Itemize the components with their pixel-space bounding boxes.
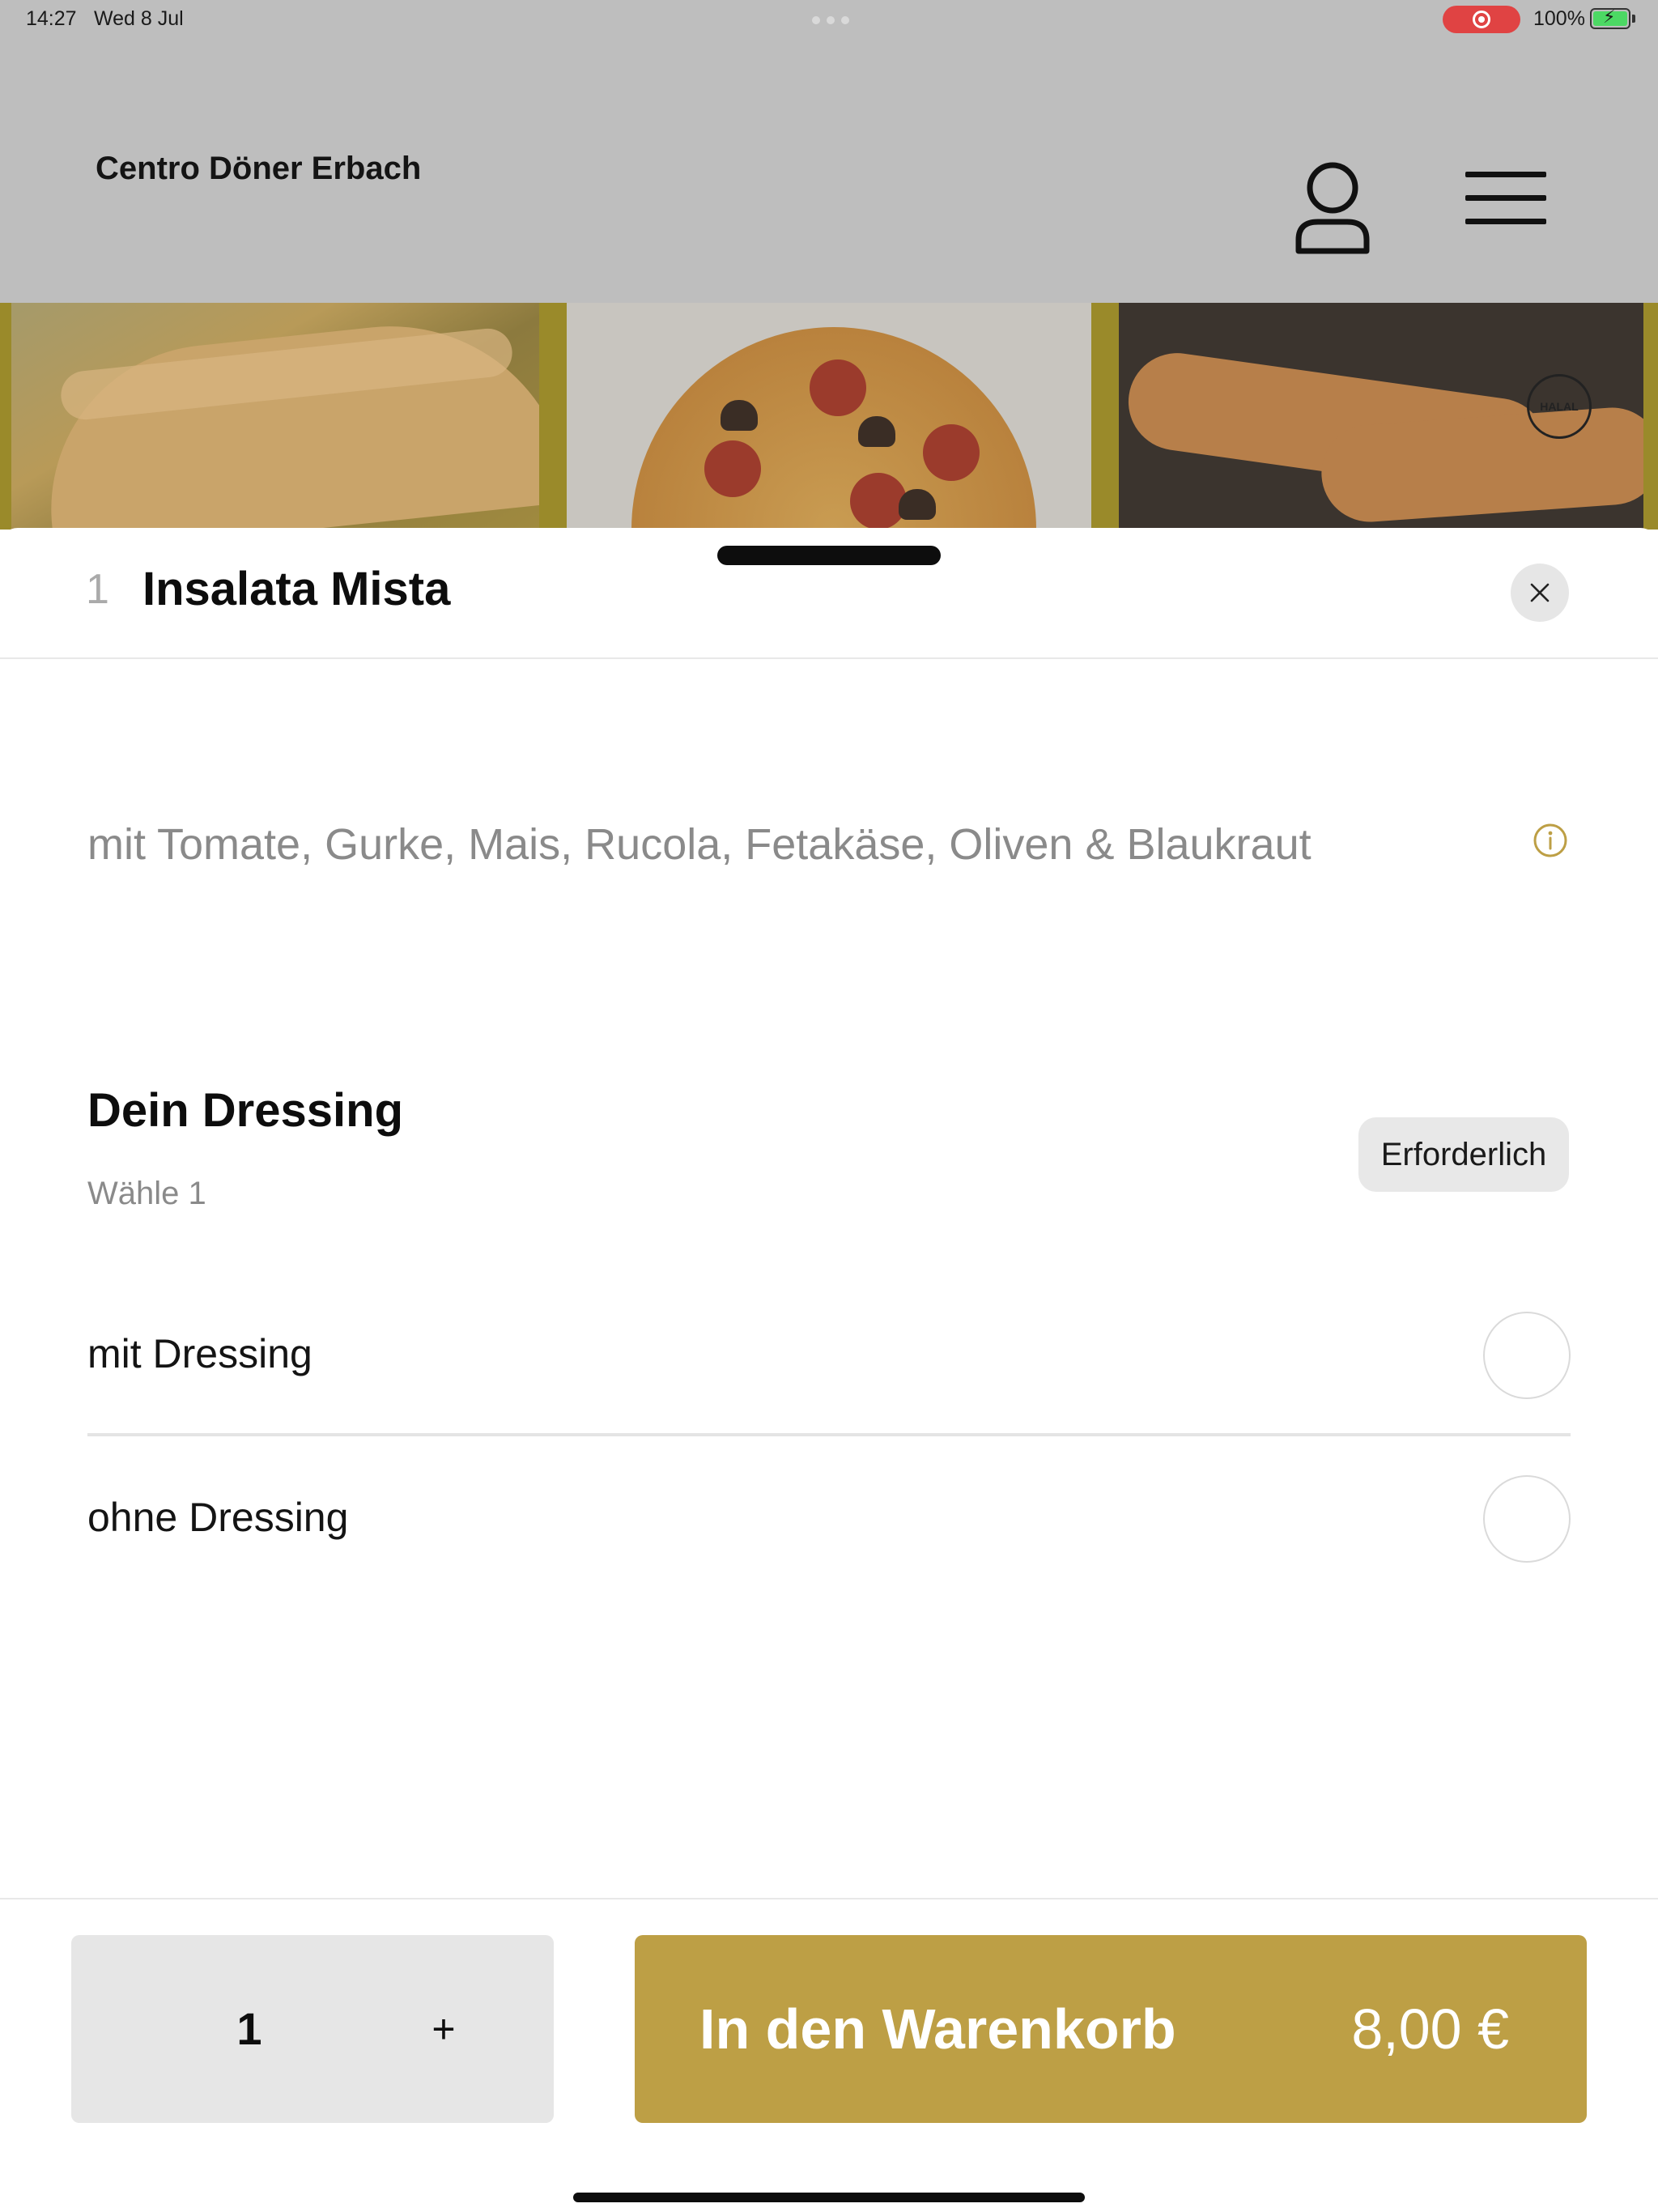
product-sheet: 1 Insalata Mista mit Tomate, Gurke, Mais…	[0, 528, 1658, 2212]
app-header: Centro Döner Erbach	[0, 37, 1658, 303]
option-group-subtitle: Wähle 1	[87, 1176, 206, 1211]
footer-divider	[0, 1898, 1658, 1899]
item-number: 1	[86, 566, 109, 613]
item-title: Insalata Mista	[142, 563, 451, 615]
close-button[interactable]	[1511, 564, 1569, 622]
record-icon	[1473, 11, 1490, 28]
header-divider	[0, 657, 1658, 659]
sheet-grabber[interactable]	[717, 546, 941, 565]
option-label: mit Dressing	[87, 1331, 312, 1376]
quantity-stepper: 1 +	[71, 1935, 554, 2123]
status-bar: 14:27 Wed 8 Jul 100%	[0, 0, 1658, 37]
battery-charging-icon	[1590, 7, 1630, 29]
option-divider	[87, 1433, 1571, 1436]
option-label: ohne Dressing	[87, 1495, 349, 1540]
battery-percentage: 100%	[1533, 7, 1585, 30]
add-to-cart-label: In den Warenkorb	[699, 1997, 1176, 2061]
option-row-mit-dressing[interactable]: mit Dressing	[87, 1289, 1571, 1419]
required-badge: Erforderlich	[1358, 1117, 1569, 1192]
halal-badge: HALAL	[1527, 374, 1592, 439]
screen-recording-indicator[interactable]	[1443, 6, 1520, 33]
pizza-image[interactable]	[567, 303, 1091, 530]
option-row-ohne-dressing[interactable]: ohne Dressing	[87, 1453, 1571, 1582]
hamburger-menu-button[interactable]	[1465, 172, 1551, 245]
add-to-cart-button[interactable]: In den Warenkorb 8,00 €	[635, 1935, 1587, 2123]
restaurant-name[interactable]: Centro Döner Erbach	[96, 151, 421, 187]
home-indicator[interactable]	[573, 2193, 1085, 2202]
category-banner	[0, 303, 1658, 530]
profile-button[interactable]	[1292, 160, 1373, 257]
radio-button[interactable]	[1483, 1312, 1571, 1399]
item-description: mit Tomate, Gurke, Mais, Rucola, Fetakäs…	[87, 820, 1312, 869]
status-time: 14:27	[26, 7, 77, 30]
hamburger-menu-icon	[1465, 172, 1546, 177]
sandwich-image[interactable]	[11, 303, 539, 530]
info-button[interactable]	[1533, 823, 1568, 858]
option-group-title: Dein Dressing	[87, 1084, 403, 1137]
radio-button[interactable]	[1483, 1475, 1571, 1563]
info-icon	[1533, 823, 1567, 857]
person-icon	[1295, 162, 1370, 254]
close-icon	[1530, 583, 1550, 602]
multitasking-dots-icon[interactable]	[812, 16, 849, 24]
status-date: Wed 8 Jul	[94, 7, 184, 30]
quantity-plus-button[interactable]: +	[398, 1935, 489, 2123]
price-label: 8,00 €	[1351, 1997, 1509, 2061]
battery-nub	[1632, 15, 1635, 23]
